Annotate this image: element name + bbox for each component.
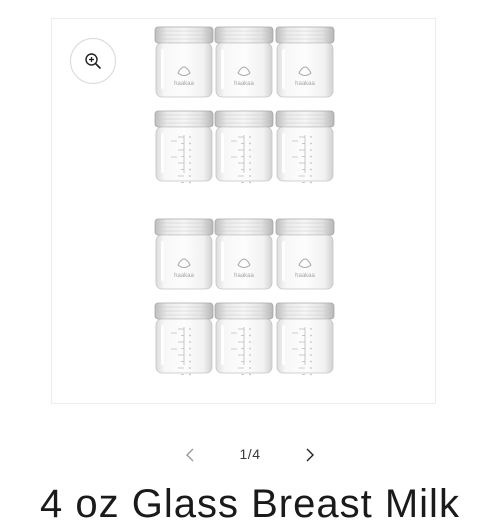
jar-brand-text: haakaa — [234, 81, 254, 87]
jar: haakaa — [214, 26, 274, 98]
next-slide-button[interactable] — [297, 442, 323, 468]
slide-counter: 1/4 — [239, 446, 261, 462]
zoom-in-icon — [85, 53, 101, 69]
jar-brand-text: haakaa — [295, 81, 315, 87]
zoom-button[interactable] — [70, 38, 116, 84]
product-title: 4 oz Glass Breast Milk — [40, 482, 460, 526]
jar — [275, 110, 335, 184]
jar: haakaa — [214, 218, 274, 290]
jar: haakaa — [154, 218, 214, 290]
jar-brand-text: haakaa — [234, 273, 254, 279]
gallery-pagination: 1/4 — [0, 440, 500, 470]
previous-slide-button[interactable] — [177, 442, 203, 468]
jar: haakaa — [275, 26, 335, 98]
jar-brand-text: haakaa — [295, 273, 315, 279]
jar — [275, 302, 335, 376]
jar-brand-text: haakaa — [174, 81, 194, 87]
chevron-left-icon — [186, 448, 194, 462]
jar — [214, 110, 274, 184]
jar-brand-text: haakaa — [174, 273, 194, 279]
chevron-right-icon — [306, 448, 314, 462]
jar: haakaa — [154, 26, 214, 98]
jar — [214, 302, 274, 376]
jar — [154, 302, 214, 376]
product-image[interactable]: haakaa haakaa haakaa haakaa haakaa haakaa — [52, 19, 437, 405]
jar — [154, 110, 214, 184]
jar: haakaa — [275, 218, 335, 290]
